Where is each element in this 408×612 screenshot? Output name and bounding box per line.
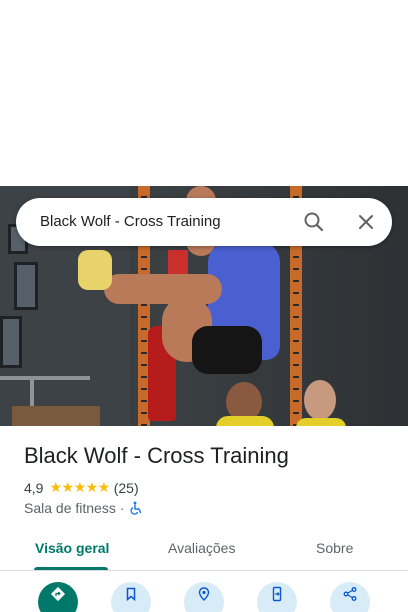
tab-reviews[interactable]: Avaliações (168, 540, 235, 556)
directions-icon (50, 586, 66, 602)
send-to-phone-icon (272, 586, 282, 602)
close-icon[interactable] (354, 210, 378, 234)
action-row (0, 582, 408, 612)
star-rating-icon: ★★★★★ (49, 479, 110, 495)
tab-overview[interactable]: Visão geral (35, 540, 109, 556)
tab-bar: Visão geral Avaliações Sobre (0, 530, 408, 571)
place-category: Sala de fitness (24, 500, 116, 516)
share-button[interactable] (330, 582, 370, 612)
place-title: Black Wolf - Cross Training (24, 443, 289, 468)
rating-row[interactable]: 4,9 ★★★★★ (25) (24, 479, 139, 496)
active-tab-indicator (34, 567, 108, 570)
save-icon (126, 587, 136, 602)
rating-value: 4,9 (24, 479, 44, 496)
search-input[interactable]: Black Wolf - Cross Training (40, 213, 221, 230)
share-icon (343, 587, 357, 601)
search-icon[interactable] (302, 210, 326, 234)
directions-button[interactable] (38, 582, 78, 612)
save-button[interactable] (111, 582, 151, 612)
category-row: Sala de fitness · (24, 500, 143, 516)
tab-about[interactable]: Sobre (316, 540, 353, 556)
map-area (0, 0, 408, 186)
send-to-phone-button[interactable] (257, 582, 297, 612)
review-count[interactable]: (25) (114, 480, 139, 496)
wheelchair-accessible-icon (129, 501, 143, 515)
nearby-button[interactable] (184, 582, 224, 612)
search-bar[interactable]: Black Wolf - Cross Training (16, 198, 392, 246)
separator-dot: · (119, 500, 125, 516)
nearby-icon (198, 587, 210, 601)
